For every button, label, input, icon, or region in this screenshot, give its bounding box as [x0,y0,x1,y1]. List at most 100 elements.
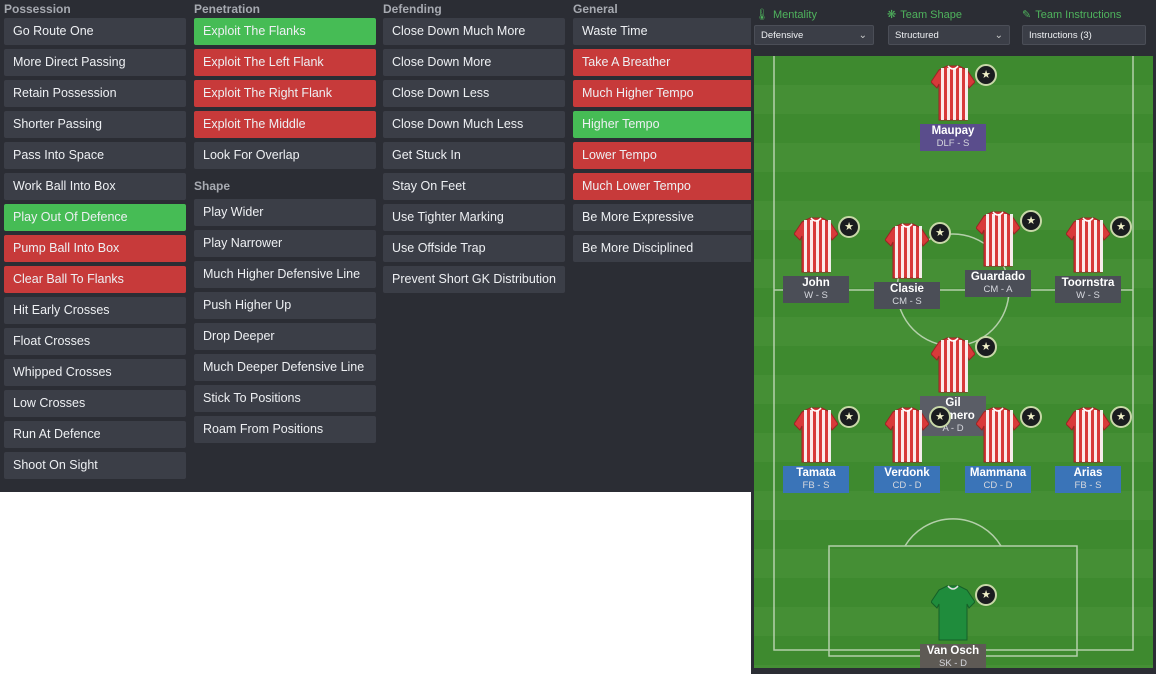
player-role: W - S [804,290,828,301]
instruction-button[interactable]: Exploit The Left Flank [194,49,376,76]
player-nameplate: Mammana CD - D [965,466,1031,493]
instruction-button[interactable]: Exploit The Middle [194,111,376,138]
star-badge-icon: ★ [975,64,997,86]
instruction-button[interactable]: Much Deeper Defensive Line [194,354,376,381]
star-badge-icon: ★ [975,584,997,606]
instruction-button[interactable]: Much Higher Tempo [573,80,755,107]
team-instructions-button[interactable]: Instructions (3) [1022,25,1146,45]
player-role: CM - S [892,296,922,307]
player-shirt-icon [1066,217,1110,273]
instruction-button[interactable]: Stick To Positions [194,385,376,412]
player-name: Clasie [890,283,924,295]
instruction-button[interactable]: Exploit The Right Flank [194,80,376,107]
player-name: Arias [1073,467,1103,479]
instruction-button[interactable]: Use Tighter Marking [383,204,565,231]
instruction-button[interactable]: Whipped Crosses [4,359,186,386]
player-role: DLF - S [936,138,970,149]
player-name: Van Osch [926,645,980,657]
instruction-button[interactable]: Drop Deeper [194,323,376,350]
instruction-button[interactable]: Waste Time [573,18,755,45]
mentality-dropdown[interactable]: Defensive ⌄ [754,25,874,45]
instruction-button[interactable]: Close Down More [383,49,565,76]
player-nameplate: Verdonk CD - D [874,466,940,493]
player-marker[interactable]: ★ Maupay DLF - S [898,64,1008,164]
player-nameplate: Guardado CM - A [965,270,1031,297]
instruction-button[interactable]: Low Crosses [4,390,186,417]
instruction-button[interactable]: Clear Ball To Flanks [4,266,186,293]
instruction-button[interactable]: Take A Breather [573,49,755,76]
chevron-down-icon: ⌄ [994,30,1003,41]
instruction-button[interactable]: Prevent Short GK Distribution [383,266,565,293]
instruction-button[interactable]: Float Crosses [4,328,186,355]
instruction-button[interactable]: Be More Expressive [573,204,755,231]
instruction-button[interactable]: Use Offside Trap [383,235,565,262]
player-name: Toornstra [1061,277,1115,289]
instruction-button[interactable]: Exploit The Flanks [194,18,376,45]
instruction-button[interactable]: Retain Possession [4,80,186,107]
team-instructions-value: Instructions (3) [1029,30,1092,41]
player-role: CD - D [983,480,1013,491]
instruction-button[interactable]: Much Lower Tempo [573,173,755,200]
player-shirt-icon [1066,407,1110,463]
player-nameplate: Van Osch SK - D [920,644,986,668]
player-role: CM - A [983,284,1013,295]
goalkeeper-shirt-icon [931,585,975,641]
instruction-button[interactable]: Play Wider [194,199,376,226]
star-badge-icon: ★ [1110,406,1132,428]
player-nameplate: Toornstra W - S [1055,276,1121,303]
penetration-heading: Penetration [194,2,261,16]
player-shirt-icon [976,407,1020,463]
player-nameplate: John W - S [783,276,849,303]
instruction-button[interactable]: Higher Tempo [573,111,755,138]
instruction-button[interactable]: Close Down Much Less [383,111,565,138]
instruction-button[interactable]: Close Down Less [383,80,565,107]
instruction-button[interactable]: More Direct Passing [4,49,186,76]
instruction-button[interactable]: Run At Defence [4,421,186,448]
instruction-button[interactable]: Pass Into Space [4,142,186,169]
team-instructions-panel: Possession Go Route One More Direct Passi… [0,0,755,492]
player-shirt-icon [794,407,838,463]
team-instructions-label: ✎ Team Instructions [1022,9,1122,21]
shape-heading: Shape [194,179,231,193]
instruction-button[interactable]: Be More Disciplined [573,235,755,262]
instruction-button[interactable]: Play Out Of Defence [4,204,186,231]
instruction-button[interactable]: Lower Tempo [573,142,755,169]
team-shape-icon: ❋ [887,9,897,21]
player-name: Mammana [969,467,1027,479]
team-shape-dropdown[interactable]: Structured ⌄ [888,25,1010,45]
instruction-button[interactable]: Shorter Passing [4,111,186,138]
instruction-button[interactable]: Play Narrower [194,230,376,257]
player-role: CD - D [892,480,922,491]
instruction-button[interactable]: Pump Ball Into Box [4,235,186,262]
player-marker[interactable]: ★ Van Osch SK - D [898,584,1008,668]
instruction-button[interactable]: Work Ball Into Box [4,173,186,200]
instruction-button[interactable]: Get Stuck In [383,142,565,169]
instruction-button[interactable]: Shoot On Sight [4,452,186,479]
instruction-button[interactable]: Hit Early Crosses [4,297,186,324]
player-role: SK - D [939,658,967,668]
possession-heading: Possession [4,2,71,16]
instruction-button[interactable]: Stay On Feet [383,173,565,200]
defending-heading: Defending [383,2,442,16]
player-nameplate: Tamata FB - S [783,466,849,493]
player-role: FB - S [802,480,830,491]
general-column: General Waste Time Take A Breather Much Hi… [569,0,759,266]
instruction-button[interactable]: Look For Overlap [194,142,376,169]
instruction-button[interactable]: Go Route One [4,18,186,45]
player-shirt-icon [976,211,1020,267]
instruction-button[interactable]: Push Higher Up [194,292,376,319]
instruction-button[interactable]: Much Higher Defensive Line [194,261,376,288]
tactic-panel: 🌡︎ Mentality Defensive ⌄ ❋ Team Shape Stru… [751,0,1156,674]
player-shirt-icon [885,223,929,279]
penetration-column: Penetration Exploit The Flanks Exploit Th… [190,0,380,447]
team-shape-label: ❋ Team Shape [887,9,962,21]
player-marker[interactable]: ★ Toornstra W - S [1033,216,1143,316]
instruction-button[interactable]: Close Down Much More [383,18,565,45]
player-shirt-icon [885,407,929,463]
player-role: W - S [1076,290,1100,301]
mentality-label: 🌡︎ Mentality [755,9,817,21]
player-marker[interactable]: ★ Arias FB - S [1033,406,1143,506]
pitch: ★ Maupay DLF - S ★ John W - S ★ Clasie CM - S ★ Gu… [754,56,1153,668]
player-nameplate: Arias FB - S [1055,466,1121,493]
instruction-button[interactable]: Roam From Positions [194,416,376,443]
